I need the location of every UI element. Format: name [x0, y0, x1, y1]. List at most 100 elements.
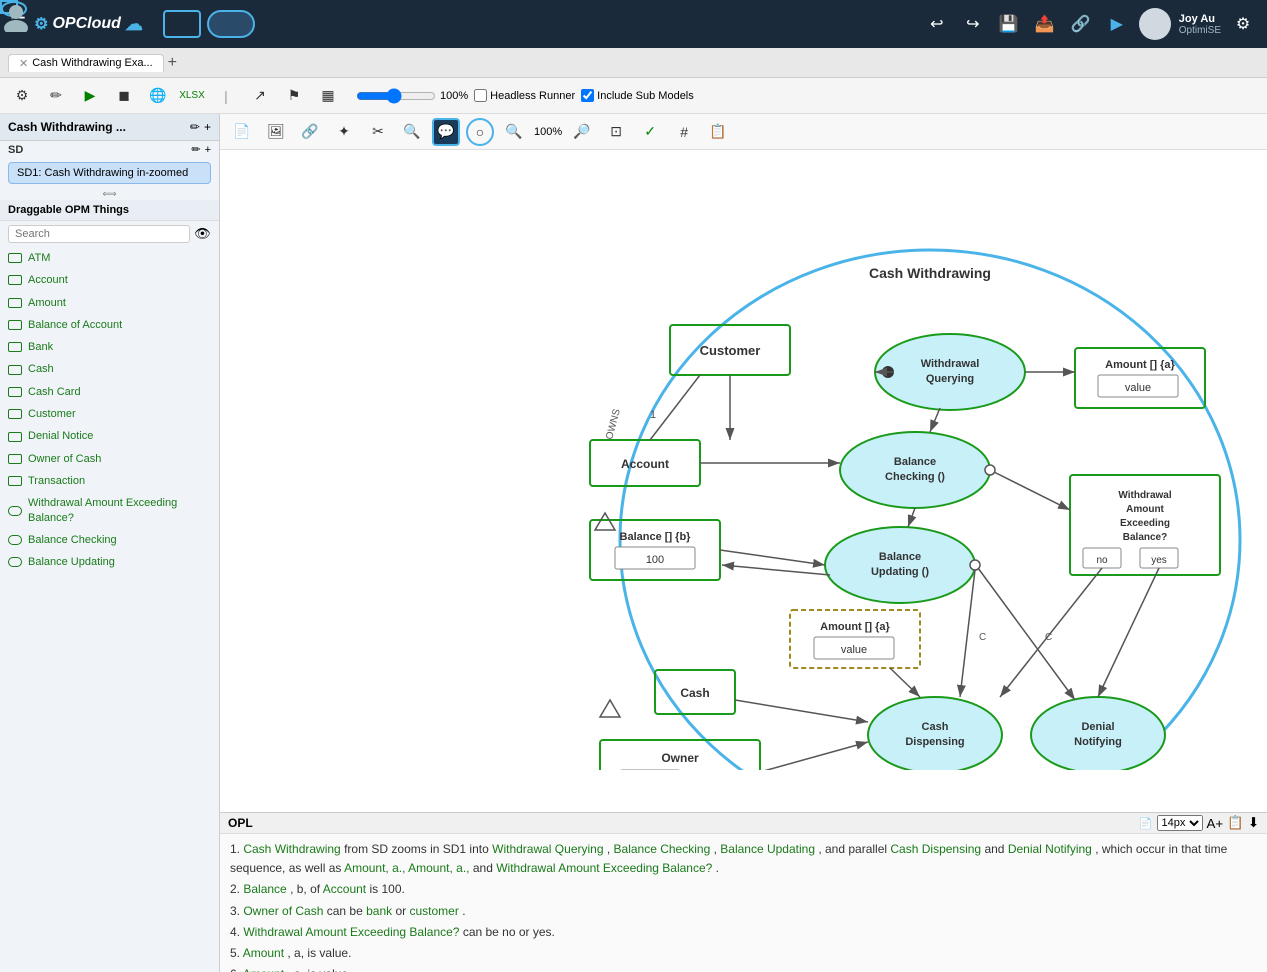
- diag-zoom-button[interactable]: 🔍: [398, 118, 426, 146]
- thing-label: Balance Checking: [28, 533, 117, 547]
- thing-item[interactable]: Withdrawal Amount Exceeding Balance?: [0, 492, 219, 529]
- svg-text:Amount: Amount: [1126, 504, 1164, 515]
- save-button[interactable]: 💾: [995, 10, 1023, 38]
- opl-line-1: 1. Cash Withdrawing from SD zooms in SD1…: [230, 840, 1257, 878]
- svg-text:Dispensing: Dispensing: [905, 736, 964, 748]
- opl-link-bank[interactable]: bank: [366, 904, 392, 918]
- resize-handle[interactable]: ⟺: [0, 188, 219, 200]
- opl-export-button[interactable]: 📄: [1139, 817, 1153, 830]
- table-tool-button[interactable]: ▦: [314, 82, 342, 110]
- redo-button[interactable]: ↪: [959, 10, 987, 38]
- thing-item[interactable]: ATM: [0, 247, 219, 269]
- settings-icon[interactable]: ⚙: [1229, 10, 1257, 38]
- diag-comment-button[interactable]: 💬: [432, 118, 460, 146]
- flag-tool-button[interactable]: ⚑: [280, 82, 308, 110]
- run-button[interactable]: ▶: [1103, 10, 1131, 38]
- opl-link-account2[interactable]: Account: [323, 882, 366, 896]
- oval-tool-button[interactable]: [207, 10, 255, 38]
- diag-zoom-out-button[interactable]: 🔎: [568, 118, 596, 146]
- diag-star-button[interactable]: ✦: [330, 118, 358, 146]
- diag-doc-button[interactable]: 📋: [704, 118, 732, 146]
- thing-item[interactable]: Customer: [0, 403, 219, 425]
- settings-tool-button[interactable]: ⚙: [8, 82, 36, 110]
- diag-circle-button[interactable]: ○: [466, 118, 494, 146]
- diag-check-button[interactable]: ✓: [636, 118, 664, 146]
- thing-item[interactable]: Bank: [0, 336, 219, 358]
- opl-link-amount-a2[interactable]: Amount, a.,: [408, 861, 469, 875]
- thing-item[interactable]: Owner of Cash: [0, 448, 219, 470]
- diagram-toolbar: 📄 🖼 🔗 ✦ ✂ 🔍 💬 ○ 🔍 100% 🔎 ⊡ ✓ # 📋: [220, 114, 1267, 150]
- diagram-canvas[interactable]: Cash Withdrawing Customer Account Balanc…: [220, 150, 1267, 812]
- edit-tool-button[interactable]: ✏: [42, 82, 70, 110]
- rect-icon: [8, 409, 22, 419]
- opl-font-size-select[interactable]: 14px12px16px: [1157, 815, 1203, 831]
- link-button[interactable]: 🔗: [1067, 10, 1095, 38]
- thing-item[interactable]: Cash Card: [0, 381, 219, 403]
- thing-item[interactable]: Cash: [0, 358, 219, 380]
- thing-item[interactable]: Transaction: [0, 470, 219, 492]
- tab-close-button[interactable]: ✕: [19, 57, 28, 70]
- export-button[interactable]: 📤: [1031, 10, 1059, 38]
- opl-link-balance-updating[interactable]: Balance Updating: [720, 842, 815, 856]
- undo-button[interactable]: ↩: [923, 10, 951, 38]
- diag-scissors-button[interactable]: ✂: [364, 118, 392, 146]
- diag-link2-button[interactable]: 🔗: [296, 118, 324, 146]
- opl-link-cash-withdrawing[interactable]: Cash Withdrawing: [243, 842, 340, 856]
- thing-item[interactable]: Balance Updating: [0, 551, 219, 573]
- opl-link-amount-a3[interactable]: Amount: [243, 946, 284, 960]
- thing-item[interactable]: Denial Notice: [0, 425, 219, 447]
- opl-link-amount-a1[interactable]: Amount, a.,: [344, 861, 405, 875]
- search-input[interactable]: [8, 225, 190, 243]
- diag-search2-button[interactable]: 🔍: [500, 118, 528, 146]
- thing-item[interactable]: Account: [0, 269, 219, 291]
- svg-text:yes: yes: [1151, 555, 1167, 566]
- opl-link-amount-a4[interactable]: Amount: [243, 967, 284, 972]
- left-panel: Cash Withdrawing ... ✏ + SD ✏ + SD1: Cas…: [0, 114, 220, 972]
- opl-icon3-button[interactable]: ⬇: [1248, 815, 1259, 831]
- diag-fit-button[interactable]: ⊡: [602, 118, 630, 146]
- svg-text:Balance: Balance: [894, 456, 936, 468]
- sd-add-button[interactable]: +: [205, 143, 211, 156]
- app-logo: ⚙ OPCloud ☁: [34, 14, 143, 35]
- stop-tool-button[interactable]: ◼: [110, 82, 138, 110]
- svg-text:1: 1: [650, 409, 656, 421]
- include-sub-models-checkbox[interactable]: [581, 89, 594, 102]
- xlsx-tool-button[interactable]: XLSX: [178, 82, 206, 110]
- separator-tool: |: [212, 82, 240, 110]
- opl-link-cash-dispensing[interactable]: Cash Dispensing: [890, 842, 981, 856]
- opl-link-withdrawal-querying[interactable]: Withdrawal Querying: [492, 842, 603, 856]
- thing-label: Cash Card: [28, 385, 81, 399]
- headless-runner-checkbox[interactable]: [474, 89, 487, 102]
- diag-image-button[interactable]: 🖼: [262, 118, 290, 146]
- opl-link-owner[interactable]: Owner of Cash: [243, 904, 323, 918]
- opl-title: OPL: [228, 816, 253, 830]
- opl-link-withdrawal-exceeding[interactable]: Withdrawal Amount Exceeding Balance?: [496, 861, 712, 875]
- opl-link-withdrawal-exceeding2[interactable]: Withdrawal Amount Exceeding Balance?: [243, 925, 459, 939]
- thing-item[interactable]: Amount: [0, 292, 219, 314]
- active-tab[interactable]: ✕ Cash Withdrawing Exa...: [8, 54, 164, 72]
- opl-link-denial-notifying[interactable]: Denial Notifying: [1008, 842, 1092, 856]
- opl-icon1-button[interactable]: A+: [1207, 816, 1224, 831]
- thing-item[interactable]: Balance of Account: [0, 314, 219, 336]
- sd-item[interactable]: SD1: Cash Withdrawing in-zoomed: [8, 162, 211, 184]
- diag-grid-button[interactable]: #: [670, 118, 698, 146]
- opl-link-balance-b[interactable]: Balance: [243, 882, 286, 896]
- rect-tool-button[interactable]: [163, 10, 201, 38]
- opl-line-2: 2. Balance , b, of Account is 100.: [230, 880, 1257, 899]
- globe-tool-button[interactable]: 🌐: [144, 82, 172, 110]
- rect-icon: [8, 432, 22, 442]
- rect-icon: [8, 342, 22, 352]
- thing-item[interactable]: Balance Checking: [0, 529, 219, 551]
- sd-edit-button[interactable]: ✏: [191, 143, 200, 156]
- visibility-toggle-button[interactable]: 👁: [194, 226, 211, 242]
- panel-add-button[interactable]: +: [204, 120, 211, 134]
- opl-link-balance-checking[interactable]: Balance Checking: [614, 842, 711, 856]
- zoom-slider[interactable]: [356, 88, 436, 104]
- add-tab-button[interactable]: +: [168, 54, 177, 72]
- panel-edit-button[interactable]: ✏: [190, 120, 200, 134]
- opl-link-customer2[interactable]: customer: [410, 904, 459, 918]
- play-tool-button[interactable]: ▶: [76, 82, 104, 110]
- diag-export-button[interactable]: 📄: [228, 118, 256, 146]
- arrow-tool-button[interactable]: ↗: [246, 82, 274, 110]
- opl-icon2-button[interactable]: 📋: [1227, 815, 1244, 831]
